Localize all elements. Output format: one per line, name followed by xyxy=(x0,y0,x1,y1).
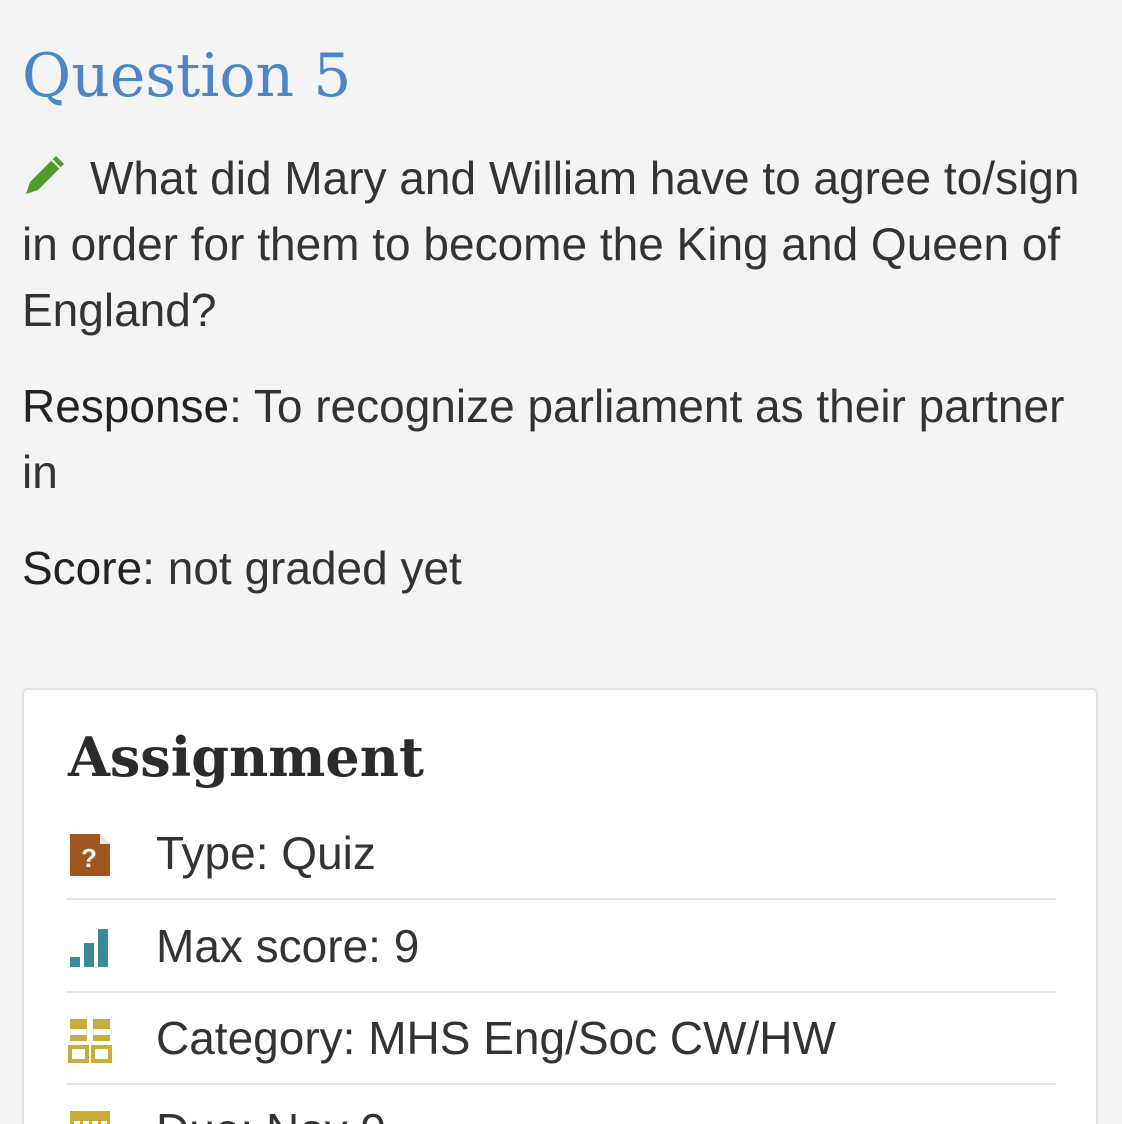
calendar-icon xyxy=(68,1109,112,1124)
assignment-title: Assignment xyxy=(68,725,424,789)
assignment-due: Due: Nov 9 xyxy=(156,1097,386,1124)
assignment-category-row: Category: MHS Eng/Soc CW/HW xyxy=(66,993,1056,1085)
svg-text:?: ? xyxy=(81,843,97,873)
score-separator: : xyxy=(142,542,168,594)
assignment-due-row: Due: Nov 9 xyxy=(66,1085,1056,1124)
category-grid-icon xyxy=(68,1017,112,1063)
assignment-card: Assignment ? Type: Quiz Max score: 9 Cat… xyxy=(22,688,1098,1124)
question-title: Question 5 xyxy=(22,41,352,111)
assignment-type: Type: Quiz xyxy=(156,827,376,879)
assignment-max-score-row: Max score: 9 xyxy=(66,901,1056,993)
question-text-content: What did Mary and William have to agree … xyxy=(22,152,1080,336)
score-label: Score xyxy=(22,542,143,594)
score: Score: not graded yet xyxy=(22,535,462,601)
quiz-doc-icon: ? xyxy=(68,832,112,878)
response-label: Response xyxy=(22,380,230,432)
score-value: not graded yet xyxy=(167,542,462,594)
assignment-max-score: Max score: 9 xyxy=(156,920,420,972)
pencil-icon xyxy=(22,149,68,195)
assignment-type-row: ? Type: Quiz xyxy=(66,808,1056,900)
response-separator: : xyxy=(229,380,254,432)
response: Response: To recognize parliament as the… xyxy=(22,373,1102,505)
bar-chart-icon xyxy=(68,925,112,971)
question-text: What did Mary and William have to agree … xyxy=(22,145,1102,343)
assignment-category: Category: MHS Eng/Soc CW/HW xyxy=(156,1012,836,1064)
